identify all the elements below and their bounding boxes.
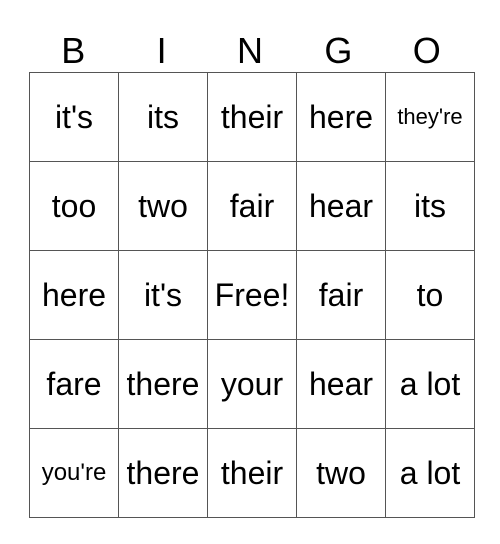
- bingo-row: here it's Free! fair to: [29, 250, 475, 340]
- bingo-cell[interactable]: you're: [29, 428, 119, 518]
- header-letter-i: I: [156, 30, 167, 71]
- bingo-cell[interactable]: here: [29, 250, 119, 340]
- bingo-header: B I N G O: [29, 30, 471, 72]
- bingo-cell[interactable]: two: [296, 428, 386, 518]
- bingo-card: it's its their here they're too two fair…: [29, 72, 475, 518]
- bingo-cell[interactable]: a lot: [385, 428, 475, 518]
- bingo-row: too two fair hear its: [29, 161, 475, 251]
- bingo-cell[interactable]: their: [207, 428, 297, 518]
- header-letter-o: O: [412, 30, 441, 71]
- bingo-cell[interactable]: there: [118, 428, 208, 518]
- bingo-cell[interactable]: here: [296, 72, 386, 162]
- bingo-cell[interactable]: hear: [296, 339, 386, 429]
- bingo-cell[interactable]: they're: [385, 72, 475, 162]
- bingo-cell[interactable]: fair: [296, 250, 386, 340]
- bingo-row: it's its their here they're: [29, 72, 475, 162]
- header-letter-g: G: [324, 30, 353, 71]
- bingo-cell[interactable]: two: [118, 161, 208, 251]
- bingo-cell[interactable]: a lot: [385, 339, 475, 429]
- header-letter-n: N: [236, 30, 263, 71]
- free-space-cell[interactable]: Free!: [207, 250, 297, 340]
- bingo-cell[interactable]: it's: [29, 72, 119, 162]
- bingo-row: fare there your hear a lot: [29, 339, 475, 429]
- bingo-cell[interactable]: too: [29, 161, 119, 251]
- bingo-cell[interactable]: there: [118, 339, 208, 429]
- bingo-cell[interactable]: it's: [118, 250, 208, 340]
- bingo-cell[interactable]: your: [207, 339, 297, 429]
- bingo-cell[interactable]: hear: [296, 161, 386, 251]
- bingo-cell[interactable]: fare: [29, 339, 119, 429]
- bingo-cell[interactable]: its: [385, 161, 475, 251]
- bingo-cell[interactable]: to: [385, 250, 475, 340]
- bingo-cell[interactable]: its: [118, 72, 208, 162]
- bingo-row: you're there their two a lot: [29, 428, 475, 518]
- header-letter-b: B: [61, 30, 86, 71]
- bingo-cell[interactable]: their: [207, 72, 297, 162]
- bingo-cell[interactable]: fair: [207, 161, 297, 251]
